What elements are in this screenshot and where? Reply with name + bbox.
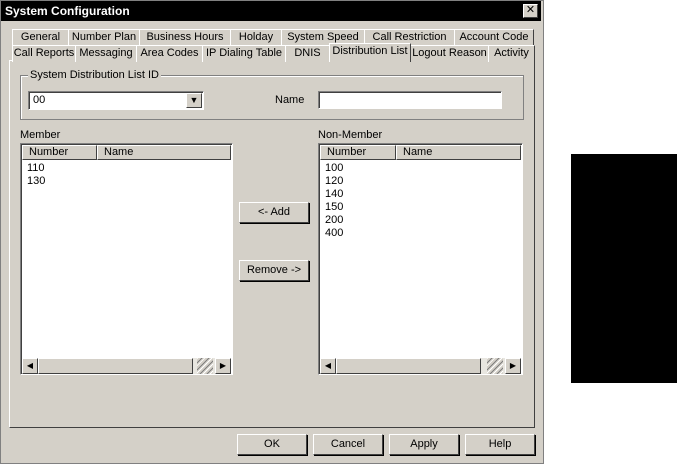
add-button[interactable]: <- Add: [239, 202, 309, 223]
close-button[interactable]: ✕: [523, 4, 538, 18]
tab-account-code[interactable]: Account Code: [454, 29, 534, 46]
list-item[interactable]: 120: [325, 175, 343, 188]
tab-activity[interactable]: Activity: [488, 45, 535, 62]
grip-icon: [197, 358, 213, 374]
help-button[interactable]: Help: [465, 434, 535, 455]
nonmember-list-header: Number Name: [320, 145, 521, 160]
nonmember-column-number[interactable]: Number: [320, 145, 396, 160]
list-item[interactable]: 110: [27, 162, 45, 175]
remove-button[interactable]: Remove ->: [239, 260, 309, 281]
distribution-list-id-combobox[interactable]: 00 ▼: [28, 91, 204, 110]
list-item[interactable]: 150: [325, 201, 343, 214]
nonmember-column-name[interactable]: Name: [396, 145, 521, 160]
nonmember-label: Non-Member: [318, 129, 383, 141]
member-horizontal-scrollbar[interactable]: ◀ ▶: [22, 358, 231, 374]
tab-business-hours[interactable]: Business Hours: [139, 29, 231, 46]
ok-button[interactable]: OK: [237, 434, 307, 455]
tab-ip-dialing-table[interactable]: IP Dialing Table: [202, 45, 286, 62]
scroll-left-button[interactable]: ◀: [22, 358, 38, 374]
tab-dnis[interactable]: DNIS: [285, 45, 330, 62]
tab-distribution-list[interactable]: Distribution List: [329, 43, 411, 62]
list-item[interactable]: 140: [325, 188, 343, 201]
arrow-right-icon: ▶: [509, 361, 517, 370]
scroll-right-button[interactable]: ▶: [505, 358, 521, 374]
arrow-left-icon: ◀: [26, 361, 34, 370]
tab-general[interactable]: General: [12, 29, 69, 46]
chevron-down-icon: ▼: [189, 95, 199, 105]
tab-number-plan[interactable]: Number Plan: [68, 29, 140, 46]
grip-icon: [487, 358, 503, 374]
list-item[interactable]: 100: [325, 162, 343, 175]
window-title: System Configuration: [5, 4, 130, 18]
scroll-thumb[interactable]: [336, 358, 481, 374]
tab-area-codes[interactable]: Area Codes: [136, 45, 203, 62]
nonmember-list[interactable]: Number Name 100 120 140 150 200 400 ◀ ▶: [318, 143, 523, 375]
dropdown-button[interactable]: ▼: [186, 93, 202, 108]
member-column-name[interactable]: Name: [97, 145, 231, 160]
title-bar: System Configuration: [1, 1, 541, 21]
name-input[interactable]: [318, 91, 502, 109]
tab-messaging[interactable]: Messaging: [75, 45, 137, 62]
apply-button[interactable]: Apply: [389, 434, 459, 455]
list-item[interactable]: 130: [27, 175, 45, 188]
scroll-thumb[interactable]: [38, 358, 193, 374]
arrow-right-icon: ▶: [219, 361, 227, 370]
name-label: Name: [275, 94, 305, 106]
scroll-right-button[interactable]: ▶: [215, 358, 231, 374]
cancel-button[interactable]: Cancel: [313, 434, 383, 455]
member-list[interactable]: Number Name 110 130 ◀ ▶: [20, 143, 233, 375]
nonmember-horizontal-scrollbar[interactable]: ◀ ▶: [320, 358, 521, 374]
list-item[interactable]: 400: [325, 227, 343, 240]
close-icon: ✕: [525, 4, 536, 16]
combobox-value: 00: [33, 94, 46, 106]
black-panel: [571, 154, 677, 383]
member-label: Member: [20, 129, 61, 141]
groupbox-label: System Distribution List ID: [28, 69, 161, 81]
tab-call-reports[interactable]: Call Reports: [12, 45, 76, 62]
tab-logout-reason[interactable]: Logout Reason: [410, 45, 489, 62]
scroll-left-button[interactable]: ◀: [320, 358, 336, 374]
tab-holday[interactable]: Holday: [230, 29, 282, 46]
list-item[interactable]: 200: [325, 214, 343, 227]
member-column-number[interactable]: Number: [22, 145, 97, 160]
member-list-header: Number Name: [22, 145, 231, 160]
arrow-left-icon: ◀: [324, 361, 332, 370]
